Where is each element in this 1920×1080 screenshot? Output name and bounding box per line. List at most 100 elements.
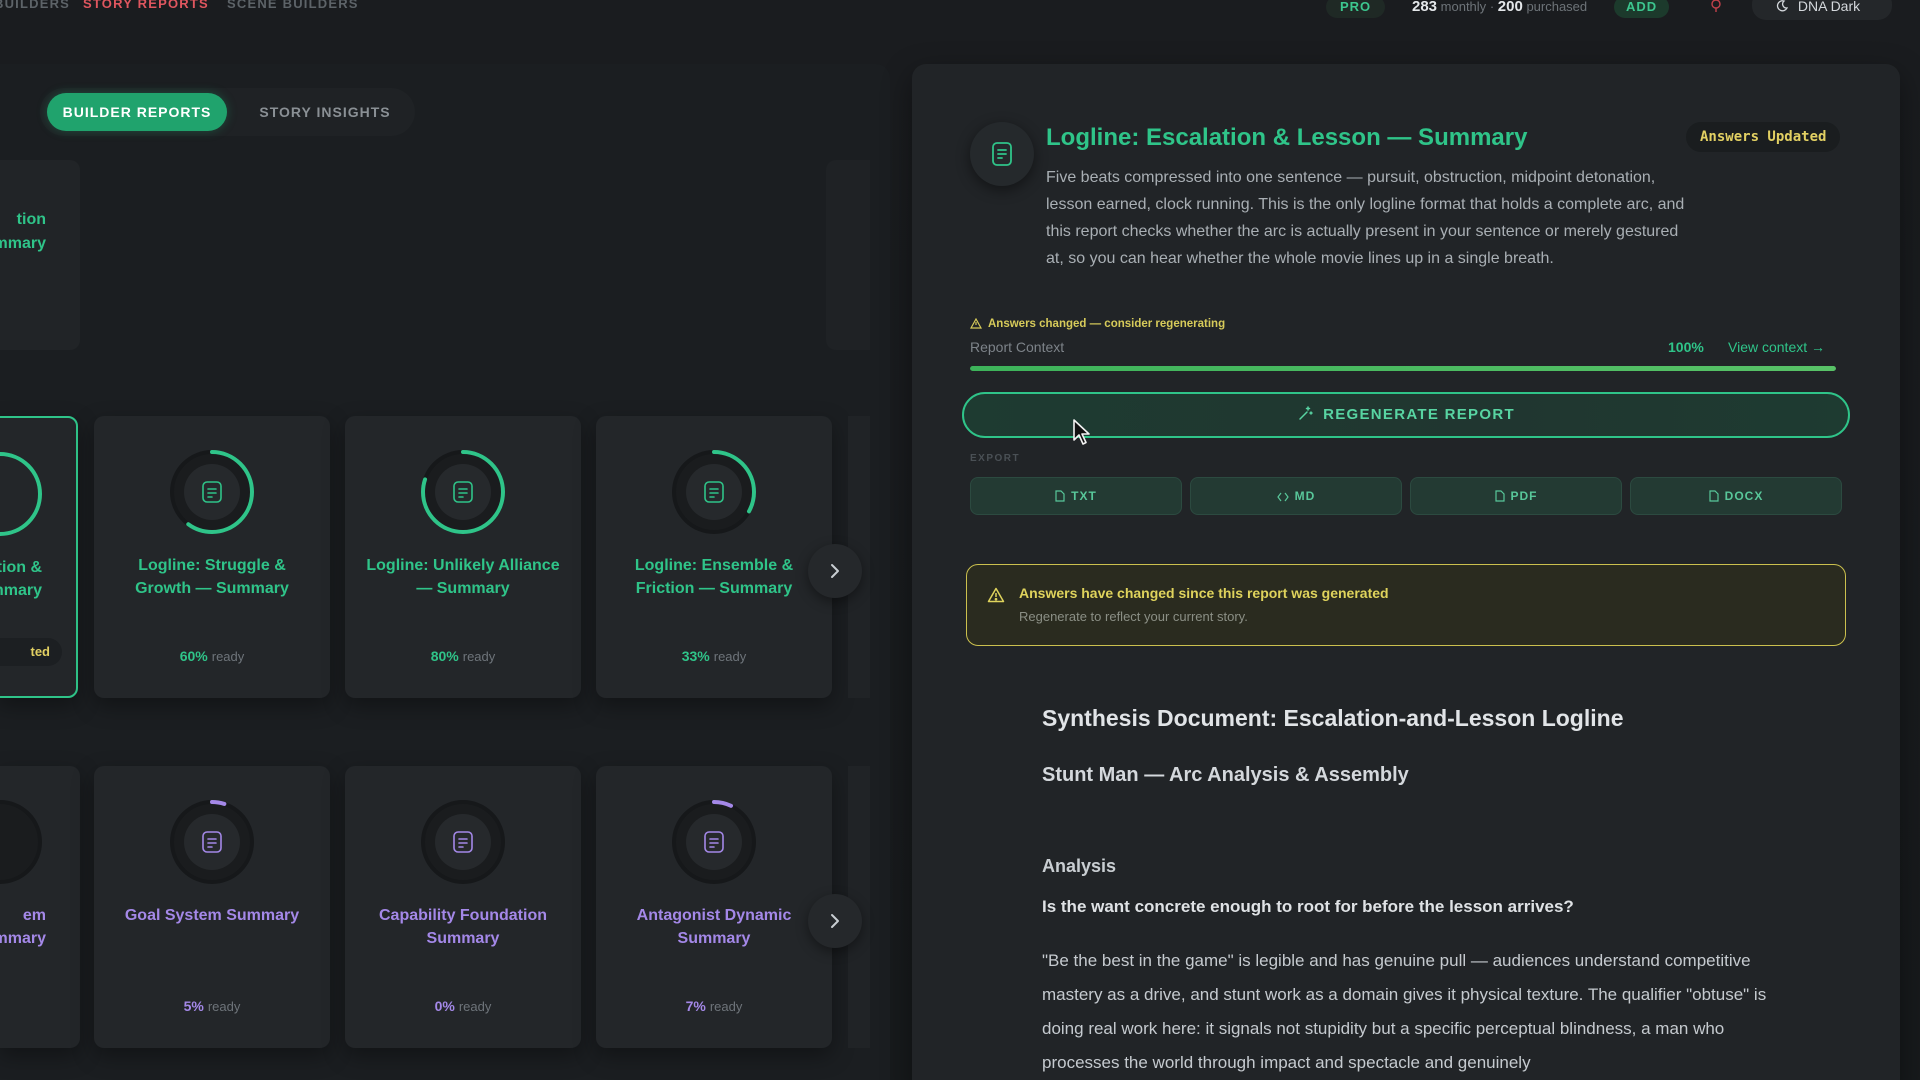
- code-icon: [1276, 492, 1289, 502]
- report-card-capability-foundation[interactable]: Capability Foundation Summary 0% ready: [345, 766, 581, 1048]
- card-title: tion mmary: [0, 211, 46, 252]
- monthly-label: monthly: [1440, 0, 1487, 14]
- view-context-link[interactable]: View context →: [1728, 339, 1825, 355]
- reports-panel: BUILDER REPORTS STORY INSIGHTS tion mmar…: [0, 64, 890, 1080]
- progress-ring: [421, 450, 505, 534]
- status-badge: ted: [0, 638, 62, 666]
- alert-title: Answers have changed since this report w…: [1019, 585, 1389, 601]
- purchased-label: purchased: [1526, 0, 1588, 14]
- export-md-label: MD: [1294, 489, 1316, 503]
- report-card-selected[interactable]: tion & mmary ted: [0, 416, 78, 698]
- report-card-unlikely-alliance[interactable]: Logline: Unlikely Alliance — Summary 80%…: [345, 416, 581, 698]
- pro-badge: PRO: [1326, 0, 1386, 18]
- report-card-ensemble-friction[interactable]: Logline: Ensemble & Friction — Summary 3…: [596, 416, 832, 698]
- progress-ring: [0, 800, 42, 884]
- analysis-paragraph: "Be the best in the game" is legible and…: [1042, 951, 1767, 1072]
- add-credits-button[interactable]: ADD: [1614, 0, 1670, 18]
- warning-icon: [969, 317, 983, 329]
- ready-status: 80% ready: [345, 648, 581, 664]
- ready-label: ready: [713, 649, 747, 664]
- export-txt-label: TXT: [1071, 489, 1097, 503]
- ready-status: 7% ready: [596, 998, 832, 1014]
- document-icon: [992, 142, 1012, 166]
- document-heading: Synthesis Document: Escalation-and-Lesso…: [1042, 705, 1624, 731]
- theme-toggle-button[interactable]: DNA Dark: [1752, 0, 1892, 20]
- export-txt-button[interactable]: TXT: [970, 477, 1182, 515]
- ready-percent: 0%: [434, 998, 455, 1014]
- moon-icon: [1776, 0, 1789, 12]
- file-icon: [1055, 490, 1065, 502]
- report-detail-panel: Logline: Escalation & Lesson — Summary A…: [912, 64, 1900, 1080]
- ready-label: ready: [709, 999, 743, 1014]
- card-title: em mmary: [0, 907, 46, 947]
- nav-link-builders[interactable]: BUILDERS: [0, 0, 70, 11]
- report-tabs: BUILDER REPORTS STORY INSIGHTS: [40, 88, 415, 136]
- monthly-count: 283: [1412, 0, 1438, 15]
- card-title: tion & mmary: [0, 559, 42, 599]
- purchased-count: 200: [1497, 0, 1523, 15]
- regenerate-warning: Answers changed — consider regenerating: [969, 317, 1226, 330]
- progress-ring: [0, 452, 42, 536]
- export-label: EXPORT: [970, 453, 1021, 464]
- ready-status: 60% ready: [94, 648, 330, 664]
- ready-percent: 60%: [179, 648, 208, 664]
- mouse-cursor-icon: [1073, 419, 1090, 445]
- ready-label: ready: [462, 649, 496, 664]
- ready-status: 5% ready: [94, 998, 330, 1014]
- ready-status: 0% ready: [345, 998, 581, 1014]
- tab-builder-reports[interactable]: BUILDER REPORTS: [47, 93, 227, 131]
- bell-icon[interactable]: [1710, 0, 1722, 13]
- report-card-struggle-growth[interactable]: Logline: Struggle & Growth — Summary 60%…: [94, 416, 330, 698]
- carousel-next-button[interactable]: [808, 544, 862, 598]
- warning-text: Answers changed — consider regenerating: [988, 318, 1226, 330]
- card-title: Logline: Unlikely Alliance — Summary: [366, 557, 560, 597]
- export-pdf-label: PDF: [1510, 489, 1538, 503]
- report-card-antagonist-dynamic[interactable]: Antagonist Dynamic Summary 7% ready: [596, 766, 832, 1048]
- ready-percent: 80%: [430, 648, 459, 664]
- tab-story-insights[interactable]: STORY INSIGHTS: [245, 93, 405, 131]
- theme-label: DNA Dark: [1797, 0, 1861, 14]
- report-title: Logline: Escalation & Lesson — Summary: [1046, 124, 1528, 151]
- alert-subtitle: Regenerate to reflect your current story…: [1019, 609, 1248, 624]
- card-title: Goal System Summary: [124, 907, 300, 924]
- ready-label: ready: [207, 999, 241, 1014]
- export-pdf-button[interactable]: PDF: [1410, 477, 1622, 515]
- export-md-button[interactable]: MD: [1190, 477, 1402, 515]
- status-badge: Answers Updated: [1686, 122, 1841, 152]
- ready-percent: 5%: [183, 998, 204, 1014]
- nav-link-story-reports[interactable]: STORY REPORTS: [83, 0, 209, 11]
- progress-ring: [170, 800, 254, 884]
- export-docx-button[interactable]: DOCX: [1630, 477, 1842, 515]
- report-description: Five beats compressed into one sentence …: [1046, 169, 1685, 267]
- analysis-question: Is the want concrete enough to root for …: [1042, 897, 1574, 916]
- export-docx-label: DOCX: [1724, 489, 1764, 503]
- card-title: Antagonist Dynamic Summary: [636, 907, 792, 947]
- chevron-right-icon: [831, 914, 839, 928]
- document-subheading: Stunt Man — Arc Analysis & Assembly: [1042, 764, 1409, 786]
- warning-icon: [987, 587, 1005, 603]
- report-icon: [970, 122, 1034, 186]
- file-icon: [1494, 490, 1505, 502]
- report-card-partial-row2[interactable]: em mmary: [0, 766, 80, 1048]
- nav-link-scene-builders[interactable]: SCENE BUILDERS: [227, 0, 359, 11]
- context-progress-bar: [970, 366, 1836, 371]
- credits-display: 283 monthly · 200 purchased: [1412, 0, 1587, 15]
- context-percent: 100%: [1668, 339, 1704, 355]
- context-label: Report Context: [970, 339, 1065, 355]
- progress-ring: [170, 450, 254, 534]
- ready-label: ready: [211, 649, 245, 664]
- card-title: Logline: Struggle & Growth — Summary: [135, 557, 289, 597]
- ready-status: 33% ready: [596, 648, 832, 664]
- answers-changed-alert: Answers have changed since this report w…: [966, 564, 1846, 646]
- carousel-next-button[interactable]: [808, 894, 862, 948]
- ready-percent: 7%: [685, 998, 706, 1014]
- ready-label: ready: [458, 999, 492, 1014]
- report-card-goal-system[interactable]: Goal System Summary 5% ready: [94, 766, 330, 1048]
- app-root: BUILDERS STORY REPORTS SCENE BUILDERS PR…: [0, 0, 1920, 1080]
- top-navigation: BUILDERS STORY REPORTS SCENE BUILDERS PR…: [0, 0, 1920, 24]
- report-card-partial-top[interactable]: tion mmary: [0, 160, 80, 350]
- section-heading: Analysis: [1042, 856, 1117, 876]
- report-card-partial-top-right[interactable]: [826, 160, 870, 350]
- regenerate-report-button[interactable]: REGENERATE REPORT: [962, 392, 1850, 438]
- chevron-right-icon: [831, 564, 839, 578]
